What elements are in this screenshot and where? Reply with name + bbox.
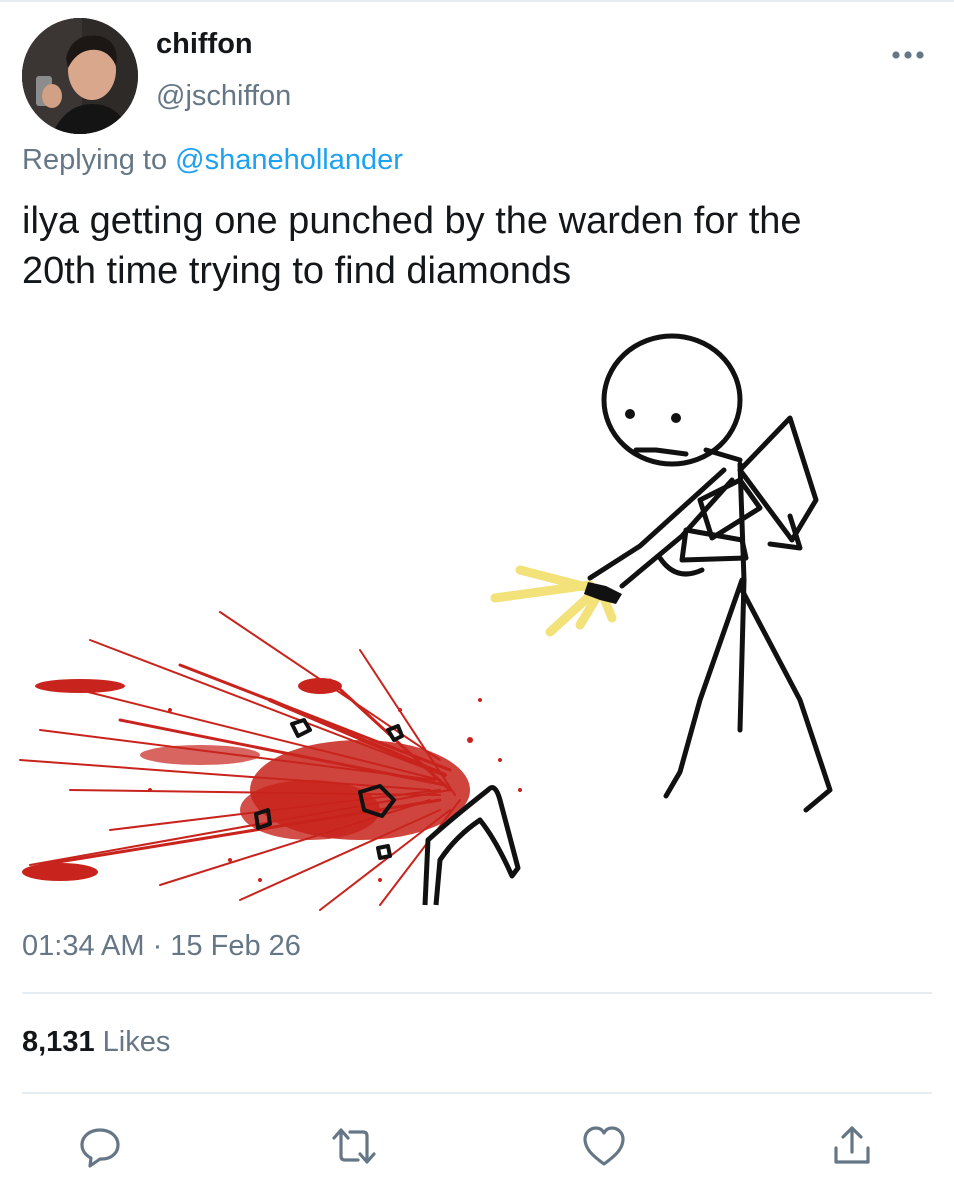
stick-figure: [587, 333, 833, 813]
replying-prefix: Replying to: [22, 144, 176, 176]
tweet-text: ilya getting one punched by the warden f…: [22, 200, 802, 292]
tweet-timestamp[interactable]: 01:34 AM · 15 Feb 26: [22, 930, 301, 963]
divider: [22, 1092, 932, 1094]
stick-figure-face: [625, 409, 681, 423]
retweet-icon: [332, 1128, 376, 1164]
muzzle-flash: [490, 565, 617, 637]
share-icon: [834, 1126, 870, 1164]
like-button[interactable]: [576, 1118, 632, 1174]
author-handle[interactable]: @jschiffon: [156, 80, 291, 113]
reply-button[interactable]: [72, 1118, 128, 1174]
more-options-icon[interactable]: [888, 40, 928, 70]
likes-label: Likes: [94, 1026, 171, 1058]
retweet-button[interactable]: [326, 1118, 382, 1174]
likes-count: 8,131: [22, 1026, 95, 1058]
tweet-header: chiffon @jschiffon: [0, 0, 954, 140]
divider: [22, 992, 932, 994]
avatar[interactable]: [22, 18, 138, 134]
likes-stat[interactable]: 8,131 Likes: [22, 1026, 170, 1059]
share-button[interactable]: [824, 1118, 880, 1174]
reply-mention-link[interactable]: @shanehollander: [175, 144, 403, 176]
replying-to: Replying to @shanehollander: [22, 144, 403, 177]
tweet-image[interactable]: [0, 320, 954, 920]
heart-icon: [583, 1126, 625, 1166]
author-display-name[interactable]: chiffon: [156, 28, 253, 61]
reply-icon: [80, 1128, 120, 1168]
